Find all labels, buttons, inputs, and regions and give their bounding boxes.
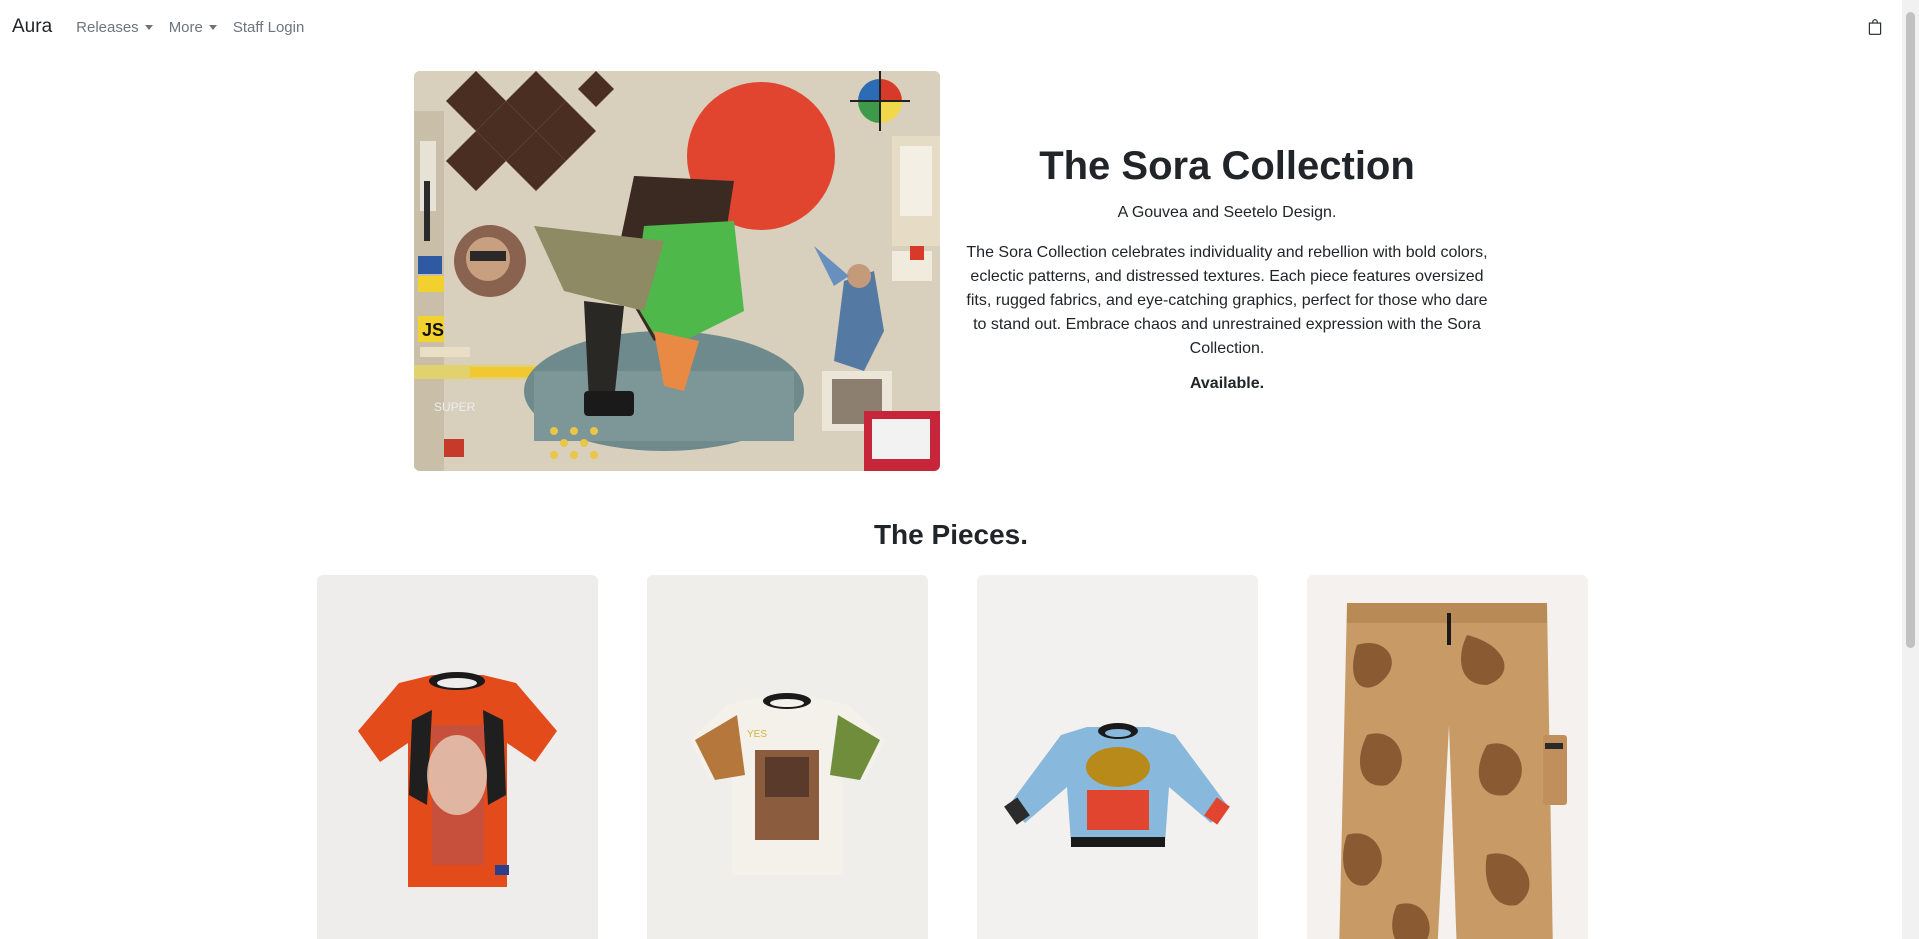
svg-text:JS: JS [422,320,444,340]
availability-status: Available. [1189,375,1265,392]
more-dropdown[interactable]: More [169,19,217,36]
svg-text:SUPER: SUPER [434,400,476,414]
more-label: More [168,18,203,36]
orange-graphic-tee-icon [317,575,598,939]
collection-hero-image: JS SUPER [414,71,940,471]
svg-text:YES: YES [747,729,767,740]
piece-card-cargo-pants[interactable] [1307,575,1588,939]
collection-title: The Sora Collection [1039,144,1415,188]
blue-graphic-sweater-icon [977,575,1258,939]
piece-card-orange-tee[interactable] [317,575,598,939]
scrollbar-thumb[interactable] [1906,12,1915,648]
shopping-bag-icon[interactable] [1866,18,1884,36]
caret-down-icon [208,24,217,30]
piece-card-photo-tee[interactable]: YES [647,575,928,939]
page: Aura Releases More Staff Login JS SUPER … [0,0,1919,939]
releases-label: Releases [76,18,139,36]
brand-link[interactable]: Aura [12,16,52,38]
camo-cargo-pants-icon [1307,575,1588,939]
navbar: Aura Releases More Staff Login [0,0,1902,54]
collection-subtitle: A Gouvea and Seetelo Design. [1117,204,1337,221]
caret-down-icon [144,24,153,30]
photo-print-tee-icon: YES [647,575,928,939]
staff-login-link[interactable]: Staff Login [233,19,304,36]
piece-card-sweater[interactable] [977,575,1258,939]
pieces-heading: The Pieces. [873,519,1029,550]
collection-description: The Sora Collection celebrates individua… [966,244,1488,357]
releases-dropdown[interactable]: Releases [76,19,153,36]
collection-info: The Sora Collection A Gouvea and Seetelo… [962,138,1492,393]
page-scrollbar[interactable] [1902,0,1919,939]
